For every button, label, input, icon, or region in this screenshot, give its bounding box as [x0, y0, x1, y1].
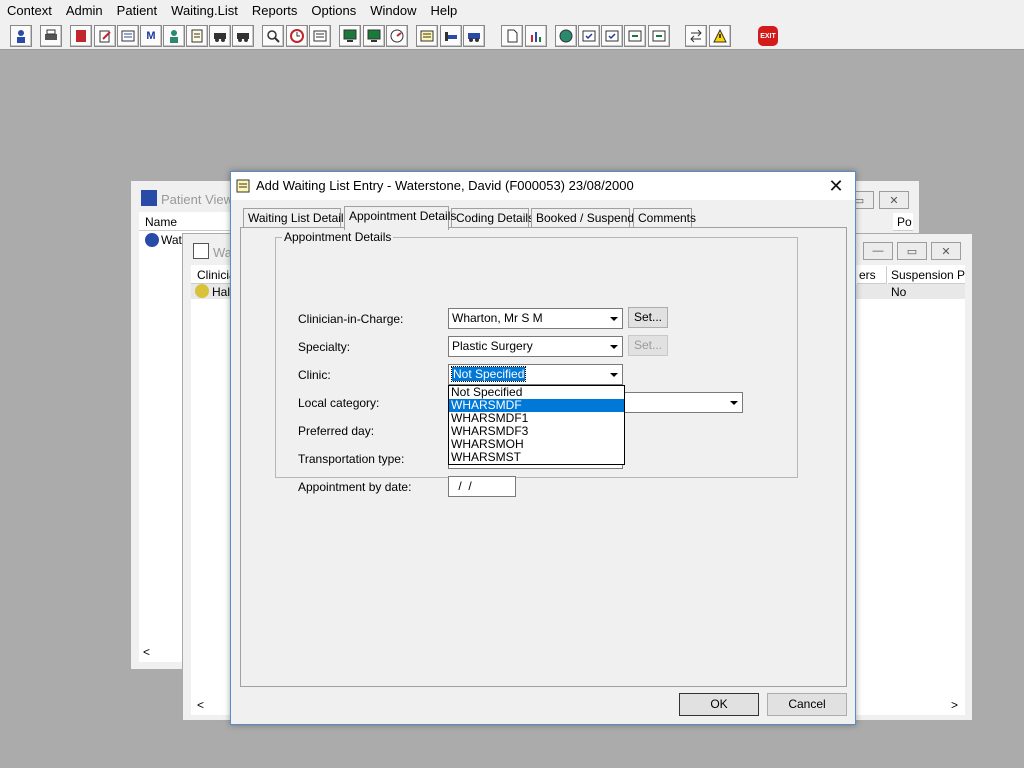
transport-label: Transportation type:	[298, 452, 405, 466]
menu-admin[interactable]: Admin	[59, 0, 110, 22]
waiting-list-row-suspension: No	[891, 285, 907, 299]
van2-icon[interactable]	[232, 25, 254, 47]
chevron-down-icon[interactable]	[605, 309, 622, 328]
patient-view-icon	[141, 190, 157, 206]
menu-help[interactable]: Help	[423, 0, 464, 22]
page-icon[interactable]	[501, 25, 523, 47]
chart-icon[interactable]	[525, 25, 547, 47]
tab-coding-details[interactable]: Coding Details	[451, 208, 534, 228]
tab-booked-suspend[interactable]: Booked / Suspend	[531, 208, 634, 228]
exit-icon: EXIT	[758, 26, 778, 46]
dialog-title: Add Waiting List Entry - Waterstone, Dav…	[256, 178, 634, 193]
waiting-list-col-ers[interactable]: ers	[857, 266, 887, 284]
patient-view-col-name[interactable]: Name	[139, 213, 239, 231]
specialty-value: Plastic Surgery	[452, 339, 533, 353]
tab-comments[interactable]: Comments	[633, 208, 696, 228]
appt-by-date-label: Appointment by date:	[298, 480, 412, 494]
bed-icon[interactable]	[440, 25, 462, 47]
chevron-down-icon[interactable]	[605, 365, 622, 384]
waiting-list-row-icon	[195, 284, 209, 298]
clinic-dropdown-list: Not Specified WHARSMDF WHARSMDF1 WHARSMD…	[448, 385, 625, 465]
patient-row-icon	[145, 233, 159, 247]
toolbar: M EXIT	[0, 22, 1024, 50]
book-icon[interactable]	[70, 25, 92, 47]
check-doc-icon[interactable]	[578, 25, 600, 47]
warning-icon[interactable]	[709, 25, 731, 47]
waiting-list-close-button[interactable]: ✕	[931, 242, 961, 260]
doctor-icon[interactable]	[163, 25, 185, 47]
menu-reports[interactable]: Reports	[245, 0, 305, 22]
exit-button[interactable]: EXIT	[757, 25, 779, 47]
appt-by-date-field[interactable]: / /	[448, 476, 516, 497]
check-doc2-icon[interactable]	[601, 25, 623, 47]
specialty-label: Specialty:	[298, 340, 351, 354]
group-title: Appointment Details	[282, 230, 394, 244]
chevron-down-icon[interactable]	[725, 393, 742, 412]
chevron-down-icon[interactable]	[605, 337, 622, 356]
dialog-titlebar: Add Waiting List Entry - Waterstone, Dav…	[231, 172, 855, 200]
clinician-set-button[interactable]: Set...	[628, 307, 668, 328]
ok-button[interactable]: OK	[679, 693, 759, 716]
clinic-label: Clinic:	[298, 368, 331, 382]
notes-icon	[236, 179, 250, 193]
ambulance-icon[interactable]	[463, 25, 485, 47]
dialog-close-icon[interactable]: ✕	[825, 175, 847, 197]
screen2-icon[interactable]	[363, 25, 385, 47]
clinician-label: Clinician-in-Charge:	[298, 312, 404, 326]
specialty-set-button: Set...	[628, 335, 668, 356]
menu-bar: Context Admin Patient Waiting.List Repor…	[0, 0, 1024, 22]
clinic-combo[interactable]: Not Specified	[448, 364, 623, 385]
waiting-list-row-clinician: Hal	[212, 285, 231, 299]
menu-patient[interactable]: Patient	[110, 0, 164, 22]
note-icon[interactable]	[416, 25, 438, 47]
patient-view-close-button[interactable]: ✕	[879, 191, 909, 209]
patient-view-title: Patient View -	[161, 192, 241, 207]
menu-window[interactable]: Window	[363, 0, 423, 22]
specialty-combo[interactable]: Plastic Surgery	[448, 336, 623, 357]
waiting-list-col-suspension[interactable]: Suspension Pe	[888, 266, 965, 284]
add-waiting-list-dialog: Add Waiting List Entry - Waterstone, Dav…	[230, 171, 856, 725]
search-icon[interactable]	[262, 25, 284, 47]
waiting-list-minimize-button[interactable]: —	[863, 242, 893, 260]
local-category-label: Local category:	[298, 396, 380, 410]
patient-view-scroll-left-icon[interactable]: <	[143, 645, 150, 659]
clinician-combo[interactable]: Wharton, Mr S M	[448, 308, 623, 329]
edit-icon[interactable]	[94, 25, 116, 47]
clinic-option[interactable]: WHARSMST	[449, 451, 624, 464]
patient-icon[interactable]	[10, 25, 32, 47]
waiting-list-scroll-left-icon[interactable]: <	[197, 698, 204, 712]
clinic-value: Not Specified	[450, 366, 527, 382]
notes-icon[interactable]	[186, 25, 208, 47]
arrow-doc-icon[interactable]	[624, 25, 646, 47]
transfer-icon[interactable]	[685, 25, 707, 47]
waiting-list-scroll-right-icon[interactable]: >	[951, 698, 958, 712]
preferred-day-label: Preferred day:	[298, 424, 375, 438]
print-icon[interactable]	[40, 25, 62, 47]
card-icon[interactable]	[309, 25, 331, 47]
arrow-doc2-icon[interactable]	[648, 25, 670, 47]
waiting-list-restore-button[interactable]: ▭	[897, 242, 927, 260]
patient-view-col-po[interactable]: Po	[893, 213, 913, 231]
menu-options[interactable]: Options	[304, 0, 363, 22]
clinician-value: Wharton, Mr S M	[452, 311, 543, 325]
cancel-button[interactable]: Cancel	[767, 693, 847, 716]
screen-icon[interactable]	[339, 25, 361, 47]
list-icon[interactable]	[117, 25, 139, 47]
menu-context[interactable]: Context	[0, 0, 59, 22]
van-icon[interactable]	[209, 25, 231, 47]
tab-waiting-list-details[interactable]: Waiting List Details	[243, 208, 350, 228]
tab-appointment-details[interactable]: Appointment Details	[344, 206, 456, 230]
globe-icon[interactable]	[555, 25, 577, 47]
menu-waiting-list[interactable]: Waiting.List	[164, 0, 245, 22]
waiting-list-icon	[193, 243, 209, 259]
clock-icon[interactable]	[286, 25, 308, 47]
m-icon[interactable]: M	[140, 25, 162, 47]
gauge-icon[interactable]	[386, 25, 408, 47]
